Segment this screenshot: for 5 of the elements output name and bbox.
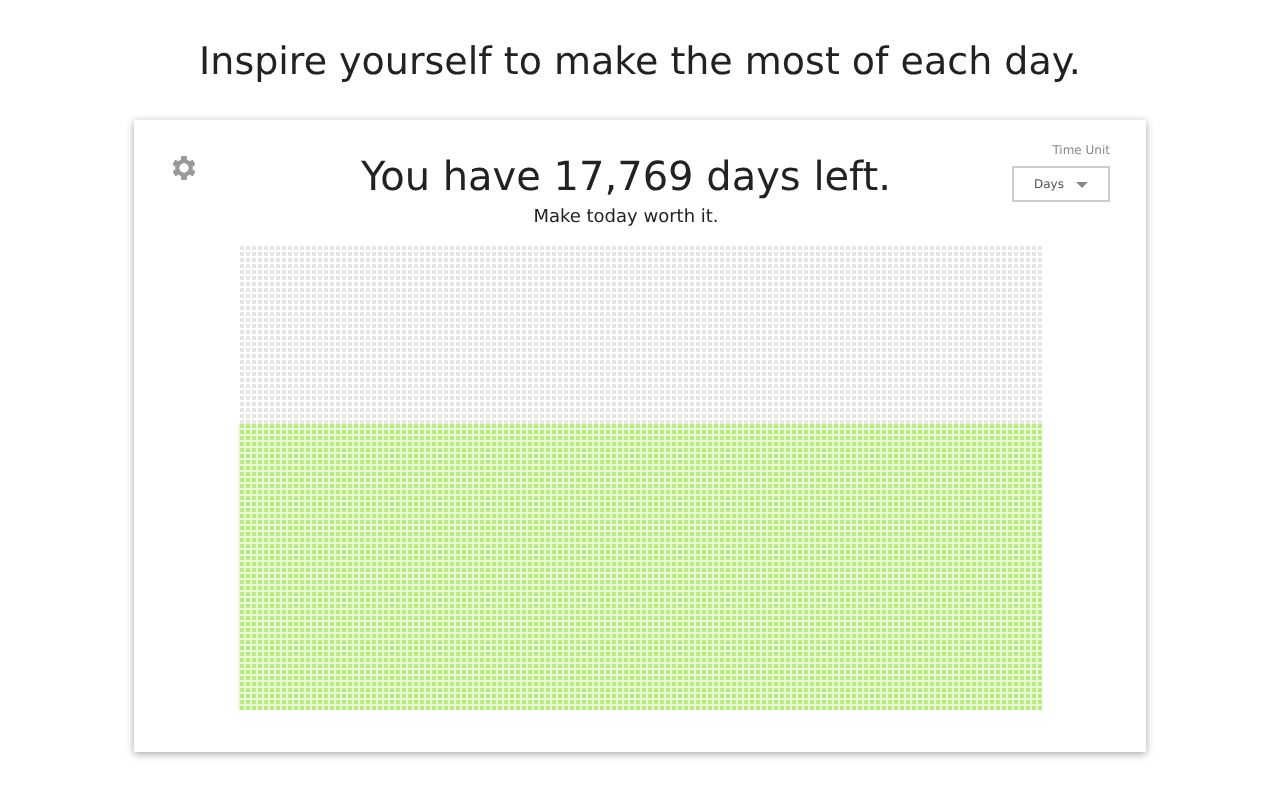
days-left-title: You have 17,769 days left. <box>361 152 891 200</box>
subtitle: Make today worth it. <box>533 208 719 228</box>
settings-icon[interactable] <box>168 152 200 184</box>
headline: Inspire yourself to make the most of each day. <box>199 40 1081 88</box>
caret-icon <box>1075 181 1088 187</box>
